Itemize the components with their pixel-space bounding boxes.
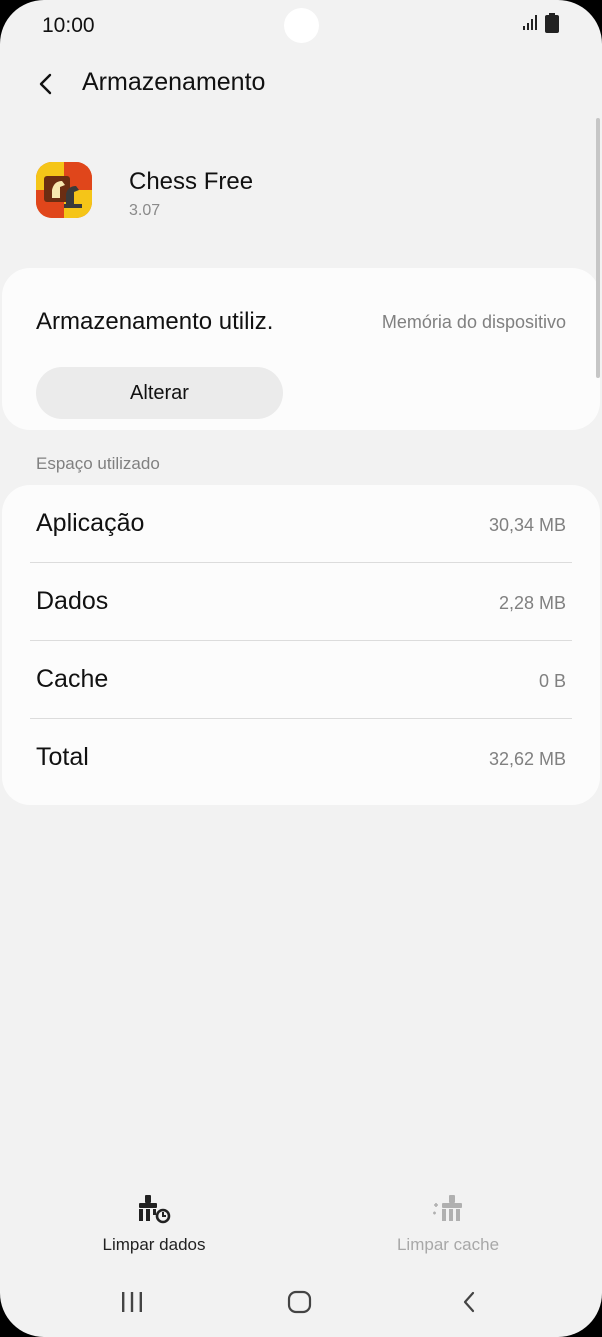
app-bar: Armazenamento: [0, 56, 602, 112]
scrollbar: [596, 118, 600, 378]
back-icon[interactable]: [449, 1284, 489, 1320]
signal-icon: [522, 14, 540, 37]
space-used-section-label: Espaço utilizado: [36, 454, 160, 473]
clear-data-icon: [136, 1191, 172, 1227]
status-time: 10:00: [42, 14, 95, 37]
space-usage-card: Aplicação 30,34 MB Dados 2,28 MB Cache 0…: [2, 485, 600, 805]
page-title: Armazenamento: [82, 68, 266, 96]
clear-data-button[interactable]: Limpar dados: [54, 1185, 254, 1265]
bottom-action-bar: Limpar dados Limpar cache: [0, 1185, 602, 1265]
usage-row-data: Dados 2,28 MB: [2, 563, 600, 641]
storage-used-label: Armazenamento utiliz.: [36, 308, 274, 335]
navigation-bar: [0, 1270, 602, 1337]
app-version: 3.07: [129, 202, 161, 219]
usage-row-value: 2,28 MB: [498, 593, 566, 613]
storage-location-card: Armazenamento utiliz. Memória do disposi…: [2, 268, 600, 430]
app-info: Chess Free 3.07: [0, 150, 602, 240]
usage-row-cache: Cache 0 B: [2, 641, 600, 719]
home-icon[interactable]: [280, 1284, 320, 1320]
battery-icon: [545, 13, 559, 38]
chess-app-icon: [36, 162, 92, 218]
usage-row-label: Dados: [36, 587, 109, 615]
clear-cache-button[interactable]: Limpar cache: [348, 1185, 548, 1265]
usage-row-value: 32,62 MB: [488, 749, 566, 769]
usage-row-label: Aplicação: [36, 509, 145, 537]
status-bar: 10:00: [0, 0, 602, 52]
usage-row-value: 30,34 MB: [488, 515, 566, 535]
app-name: Chess Free: [129, 168, 254, 195]
clear-cache-label: Limpar cache: [396, 1235, 500, 1254]
usage-row-label: Total: [36, 743, 89, 771]
back-arrow-icon[interactable]: [30, 68, 62, 100]
usage-row-label: Cache: [36, 665, 109, 693]
camera-cutout: [284, 8, 319, 43]
storage-location-value: Memória do dispositivo: [381, 312, 566, 332]
usage-row-value: 0 B: [538, 671, 566, 691]
clear-data-label: Limpar dados: [102, 1235, 206, 1254]
change-storage-button[interactable]: Alterar: [36, 367, 283, 419]
recents-icon[interactable]: [112, 1284, 152, 1320]
phone-screen: 10:00 Armazenamento Chess Free 3.07 Arma…: [0, 0, 602, 1337]
usage-row-total: Total 32,62 MB: [2, 719, 600, 797]
clear-cache-icon: [430, 1191, 466, 1227]
usage-row-app: Aplicação 30,34 MB: [2, 485, 600, 563]
